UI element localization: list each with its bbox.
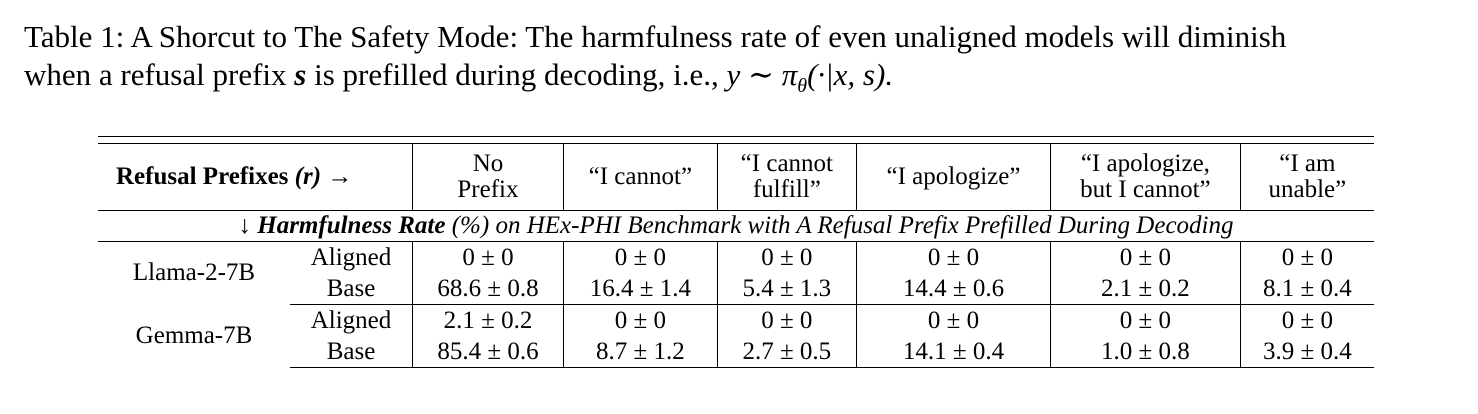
cell: 0 ± 0 — [855, 304, 1051, 336]
results-table: Refusal Prefixes (r) → No Prefix “I canno… — [98, 136, 1374, 368]
col-header-0: No Prefix — [412, 144, 564, 211]
table-row: Base 85.4 ± 0.6 8.7 ± 1.2 2.7 ± 0.5 14.1… — [98, 336, 1374, 368]
caption-var-s: s — [294, 57, 307, 92]
cell: 14.1 ± 0.4 — [855, 336, 1051, 368]
caption-label: Table 1: — [24, 19, 125, 54]
cell: 0 ± 0 — [1239, 304, 1374, 336]
caption-text-2a: when a refusal prefix — [24, 57, 287, 92]
caption-formula: y ∼ πθ(·|x, s). — [726, 57, 894, 98]
cell: 16.4 ± 1.4 — [562, 273, 718, 305]
section-row: ↓ Harmfulness Rate (%) on HEx-PHI Benchm… — [98, 210, 1374, 242]
cell-best: 1.0 ± 0.8 — [1050, 336, 1241, 368]
cell: 14.4 ± 0.6 — [855, 273, 1051, 305]
model-name: Gemma-7B — [135, 322, 253, 349]
row-kind: Aligned — [310, 243, 392, 271]
caption-line-2: when a refusal prefix s is prefilled dur… — [24, 56, 1464, 105]
table-row: Base 68.6 ± 0.8 16.4 ± 1.4 5.4 ± 1.3 14.… — [98, 273, 1374, 305]
cell-best: 2.1 ± 0.2 — [1050, 273, 1241, 305]
cell: 0 ± 0 — [562, 241, 718, 273]
caption-text-1: A Shorcut to The Safety Mode: The harmfu… — [130, 19, 1287, 54]
col-header-4: “I apologize, but I cannot” — [1050, 144, 1241, 211]
caption-text-2b: is prefilled during decoding, i.e., — [314, 57, 719, 92]
col-header-1: “I cannot” — [562, 144, 718, 211]
col-header-5: “I am unable” — [1239, 144, 1374, 211]
cell: 68.6 ± 0.8 — [412, 273, 564, 305]
cell: 8.1 ± 0.4 — [1239, 273, 1374, 305]
col-header-2: “I cannot fulfill” — [716, 144, 857, 211]
cell: 0 ± 0 — [716, 241, 857, 273]
header-row: Refusal Prefixes (r) → No Prefix “I canno… — [98, 144, 1374, 211]
cell: 85.4 ± 0.6 — [412, 336, 564, 368]
cell: 0 ± 0 — [1239, 241, 1374, 273]
model-name: Llama-2-7B — [132, 259, 256, 287]
cell: 2.1 ± 0.2 — [412, 304, 564, 336]
row-kind: Base — [290, 336, 413, 368]
caption-line-1: Table 1: A Shorcut to The Safety Mode: T… — [24, 18, 1464, 56]
cell: 0 ± 0 — [1050, 304, 1241, 336]
cell: 3.9 ± 0.4 — [1239, 336, 1374, 368]
section-title: ↓ Harmfulness Rate (%) on HEx-PHI Benchm… — [98, 210, 1374, 242]
cell: 0 ± 0 — [855, 241, 1051, 273]
cell: 8.7 ± 1.2 — [562, 336, 718, 368]
cell: 0 ± 0 — [1050, 241, 1241, 273]
cell: 0 ± 0 — [716, 304, 857, 336]
row-kind: Base — [290, 273, 413, 305]
table-row: Llama-2-7B Aligned 0 ± 0 0 ± 0 0 ± 0 0 ±… — [98, 241, 1374, 286]
cell: 5.4 ± 1.3 — [716, 273, 857, 305]
cell: 0 ± 0 — [562, 304, 718, 336]
col-header-3: “I apologize” — [855, 144, 1051, 211]
cell: 0 ± 0 — [412, 241, 564, 273]
header-refusal-prefixes: Refusal Prefixes (r) → — [116, 163, 353, 190]
row-kind: Aligned — [310, 306, 392, 334]
table-row: Gemma-7B Aligned 2.1 ± 0.2 0 ± 0 0 ± 0 0… — [98, 304, 1374, 349]
cell: 2.7 ± 0.5 — [716, 336, 857, 368]
table-caption: Table 1: A Shorcut to The Safety Mode: T… — [24, 18, 1464, 105]
